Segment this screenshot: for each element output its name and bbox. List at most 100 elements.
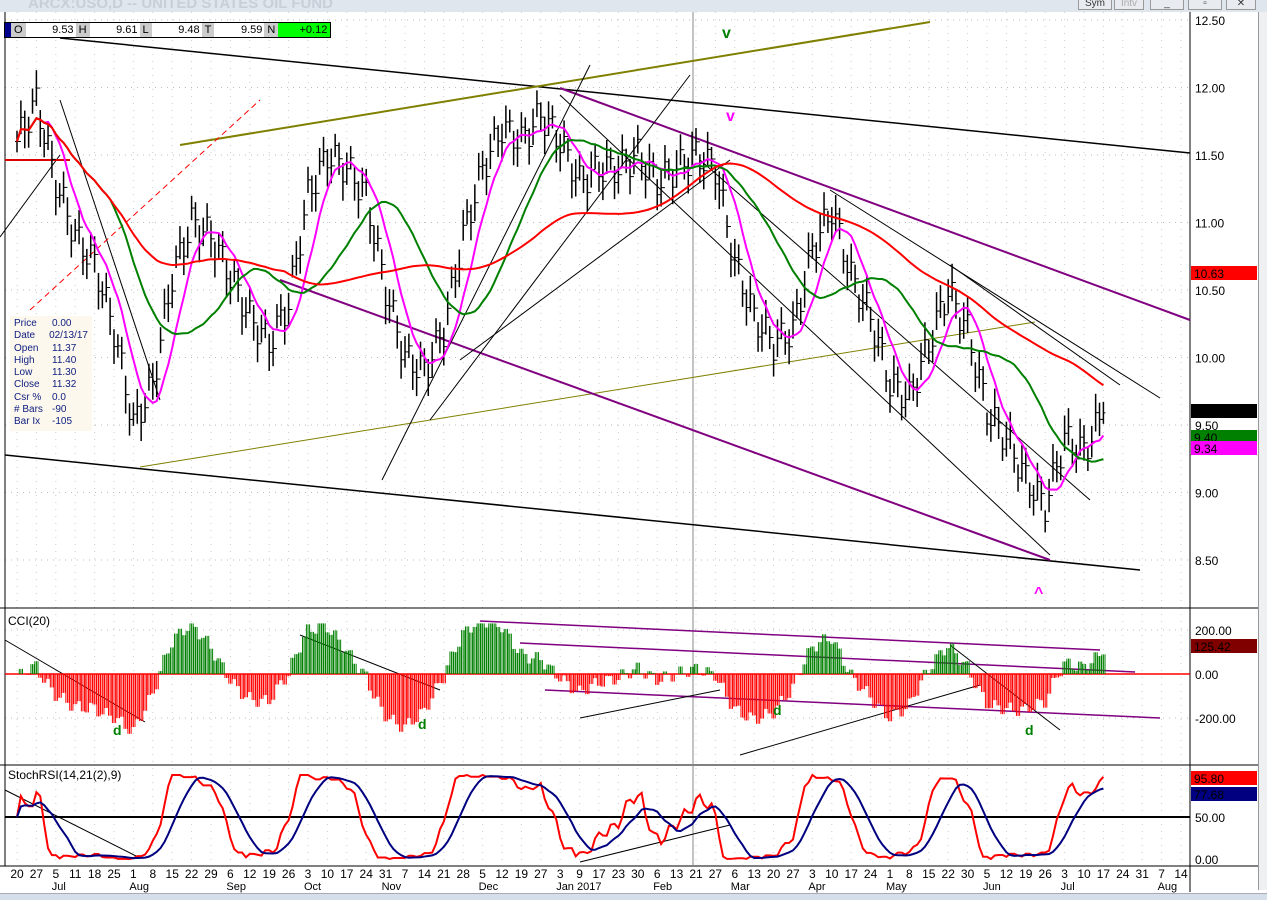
- net-change: +0.12: [278, 23, 331, 37]
- date-tick-label: 31: [379, 867, 393, 881]
- low-value: 9.48: [178, 24, 200, 36]
- date-tick-label: 17: [340, 867, 354, 881]
- date-tick-label: 5: [52, 867, 59, 881]
- date-tick-label: 18: [88, 867, 102, 881]
- info-value: 11.30: [52, 367, 77, 379]
- annotation-d: d: [418, 716, 427, 732]
- date-tick-label: 24: [864, 867, 878, 881]
- stoch-d-tag: 77.68: [1194, 788, 1224, 802]
- info-row: # Bars -90: [14, 404, 88, 416]
- date-tick-label: 3: [557, 867, 564, 881]
- open-label: O: [11, 23, 26, 37]
- date-tick-label: 13: [748, 867, 762, 881]
- cci-tick-label: -200.00: [1195, 712, 1236, 726]
- annotation-caret: ^: [1034, 585, 1043, 602]
- month-label: May: [886, 881, 907, 893]
- stochrsi-title: StochRSI(14,21(2),9): [8, 768, 121, 782]
- date-tick-label: 8: [906, 867, 913, 881]
- info-key: Csr %: [14, 391, 42, 403]
- date-tick-label: 7: [402, 867, 409, 881]
- month-label: Nov: [382, 881, 402, 893]
- info-row: Low 11.30: [14, 367, 88, 379]
- annotation-d: d: [773, 702, 782, 718]
- cci-value-tag: 125.42: [1194, 640, 1231, 654]
- date-tick-label: 14: [418, 867, 432, 881]
- price-tick-label: 11.50: [1195, 149, 1224, 163]
- info-value: -105: [52, 416, 73, 428]
- info-value: 11.40: [52, 354, 77, 366]
- month-label: Aug: [1158, 881, 1178, 893]
- cci-tick-label: 200.00: [1195, 624, 1232, 638]
- info-key: Price: [14, 318, 37, 329]
- last-value: 9.59: [240, 24, 263, 36]
- info-value: 11.32: [52, 379, 77, 391]
- info-key: High: [14, 354, 35, 366]
- date-tick-label: 10: [825, 867, 839, 881]
- last-value-tag: 9.34: [1194, 442, 1218, 456]
- date-tick-label: 30: [961, 867, 975, 881]
- vertical-scrollbar[interactable]: [1258, 12, 1267, 890]
- info-row: Price 0.00: [14, 318, 88, 330]
- price-tick-label: 12.00: [1195, 82, 1225, 96]
- info-key: Close: [14, 379, 40, 391]
- date-tick-label: 9: [576, 867, 583, 881]
- date-tick-label: 5: [479, 867, 486, 881]
- info-row: Open 11.37: [14, 343, 88, 355]
- info-row: Csr % 0.0: [14, 392, 88, 404]
- info-value: 02/13/17: [49, 330, 88, 342]
- date-tick-label: 17: [1097, 867, 1111, 881]
- month-label: Mar: [731, 881, 750, 893]
- info-value: -90: [52, 404, 67, 416]
- price-tick-label: 12.50: [1195, 14, 1225, 28]
- info-row: High 11.40: [14, 355, 88, 367]
- date-tick-label: 22: [942, 867, 956, 881]
- date-tick-label: 26: [282, 867, 296, 881]
- info-key: Date: [14, 330, 36, 342]
- info-value: 0.0: [52, 391, 66, 403]
- info-row: Close 11.32: [14, 379, 88, 391]
- stoch-tick-label: 0.00: [1195, 853, 1219, 867]
- date-tick-label: 21: [437, 867, 451, 881]
- date-tick-label: 27: [534, 867, 548, 881]
- info-row: Date 02/13/17: [14, 330, 88, 342]
- date-tick-label: 3: [1061, 867, 1068, 881]
- month-label: Feb: [653, 881, 672, 893]
- date-tick-label: 27: [709, 867, 723, 881]
- annotation-d: d: [113, 722, 122, 738]
- date-tick-label: 19: [515, 867, 529, 881]
- date-tick-label: 24: [360, 867, 374, 881]
- date-tick-label: 20: [10, 867, 24, 881]
- price-tick-label: 9.00: [1195, 487, 1219, 501]
- date-tick-label: 19: [1019, 867, 1033, 881]
- date-tick-label: 1: [887, 867, 894, 881]
- stoch-k-tag: 95.80: [1194, 772, 1224, 786]
- month-label: Jun: [983, 881, 1001, 893]
- date-tick-label: 15: [922, 867, 936, 881]
- last-value-tag: 10.63: [1194, 267, 1224, 281]
- date-tick-label: 3: [809, 867, 816, 881]
- price-chart[interactable]: 12.5012.0011.5011.0010.5010.009.509.008.…: [0, 0, 1267, 900]
- cci-tick-label: 0.00: [1195, 668, 1219, 682]
- high-value: 9.61: [116, 24, 138, 36]
- date-tick-label: 1: [130, 867, 137, 881]
- month-label: Aug: [129, 881, 149, 893]
- date-tick-label: 10: [321, 867, 335, 881]
- date-tick-label: 24: [1116, 867, 1130, 881]
- date-tick-label: 27: [786, 867, 800, 881]
- month-label: Jul: [1061, 881, 1075, 893]
- month-label: Sep: [226, 881, 246, 893]
- last-label: T: [201, 23, 215, 37]
- date-tick-label: 31: [1136, 867, 1150, 881]
- date-tick-label: 14: [1174, 867, 1188, 881]
- date-tick-label: 12: [1000, 867, 1014, 881]
- date-tick-label: 6: [654, 867, 661, 881]
- info-key: Low: [14, 367, 33, 379]
- info-row: Bar Ix -105: [14, 416, 88, 428]
- date-tick-label: 3: [305, 867, 312, 881]
- date-tick-label: 12: [495, 867, 509, 881]
- date-tick-label: 8: [149, 867, 156, 881]
- date-tick-label: 23: [612, 867, 626, 881]
- annotation-v: v: [722, 25, 731, 42]
- net-label: N: [264, 23, 279, 37]
- date-tick-label: 7: [1158, 867, 1165, 881]
